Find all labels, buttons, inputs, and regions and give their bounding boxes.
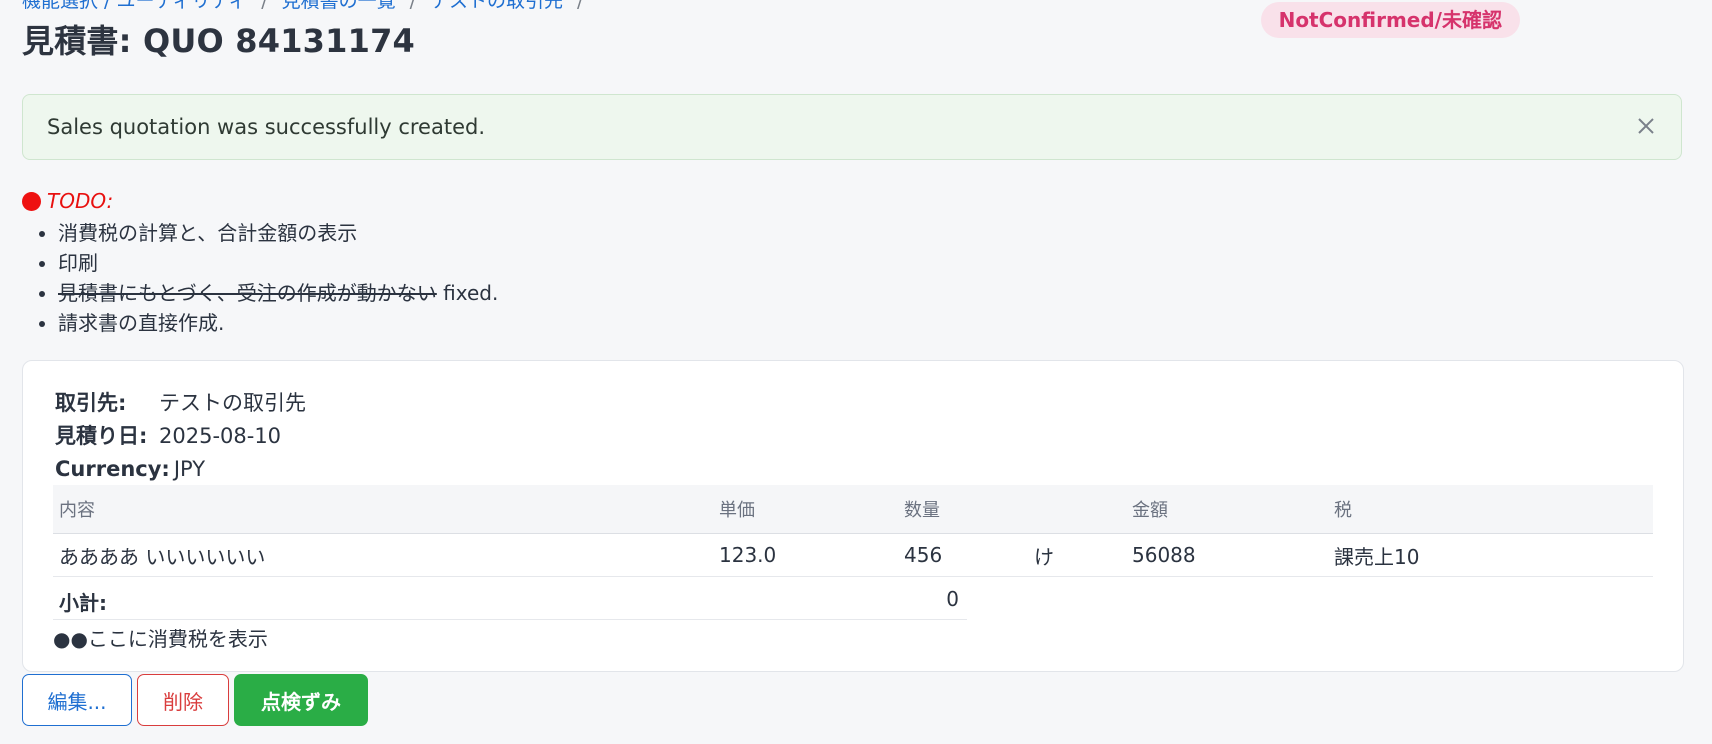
todo-item-text: 消費税の計算と、合計金額の表示 [58,221,358,245]
date-value: 2025-08-10 [159,424,282,448]
line-items-table: 内容 単価 数量 金額 税 ああああ いいいいいい 123.0 456 け 56… [53,485,1653,577]
currency-value: JPY [173,457,206,481]
column-header-quantity: 数量 [898,485,1028,534]
breadcrumb-separator: / [261,0,268,12]
breadcrumb-item-quotation-list[interactable]: 見積書の一覧 [282,0,396,12]
quotation-meta: 取引先: テストの取引先 見積り日: 2025-08-10 Currency: … [55,387,306,486]
column-header-unit-price: 単価 [713,485,898,534]
currency-row: Currency: JPY [55,453,306,486]
subtotal-label: 小計: [59,591,107,615]
breadcrumb-separator: / [577,0,584,12]
subtotal-row: 小計: 0 [53,577,967,620]
todo-item: 請求書の直接作成. [58,308,498,338]
tax-note: ●●ここに消費税を表示 [53,627,268,651]
customer-label: 取引先: [55,391,127,415]
alert-message: Sales quotation was successfully created… [47,115,486,139]
breadcrumb: 機能選択 / ユーティリティ / 見積書の一覧 / テストの取引先 / [22,0,597,13]
cell-quantity: 456 [898,533,1028,577]
date-label: 見積り日: [55,424,148,448]
table-header-row: 内容 単価 数量 金額 税 [53,485,1653,534]
subtotal-value: 0 [946,587,959,611]
cell-amount: 56088 [1126,533,1328,577]
todo-item-text: 請求書の直接作成. [58,311,225,335]
todo-list: 消費税の計算と、合計金額の表示 印刷 見積書にもとづく、受注の作成が動かない f… [22,218,498,338]
status-badge: NotConfirmed/未確認 [1260,2,1520,38]
todo-item: 消費税の計算と、合計金額の表示 [58,218,498,248]
column-header-description: 内容 [53,485,713,534]
breadcrumb-separator: / [409,0,417,12]
success-alert: Sales quotation was successfully created… [22,94,1682,160]
quotation-card: 取引先: テストの取引先 見積り日: 2025-08-10 Currency: … [22,360,1684,672]
cell-unit-price: 123.0 [713,533,898,577]
cell-unit: け [1028,533,1126,577]
column-header-tax: 税 [1328,485,1653,534]
column-header-amount: 金額 [1126,485,1328,534]
breadcrumb-item-utility[interactable]: 機能選択 / ユーティリティ [22,0,247,12]
breadcrumb-item-customer[interactable]: テストの取引先 [430,0,563,12]
edit-button[interactable]: 編集... [22,674,132,726]
cell-description: ああああ いいいいいい [53,533,713,577]
quotation-page: 機能選択 / ユーティリティ / 見積書の一覧 / テストの取引先 / 見積書: QUO … [0,0,1712,744]
customer-value: テストの取引先 [159,391,306,415]
todo-item-text: 印刷 [58,251,98,275]
todo-item-suffix: fixed. [436,281,499,305]
mark-checked-button[interactable]: 点検ずみ [234,674,368,726]
customer-row: 取引先: テストの取引先 [55,387,306,420]
close-icon[interactable] [1633,113,1659,139]
table-row: ああああ いいいいいい 123.0 456 け 56088 課売上10 [53,533,1653,577]
currency-label: Currency: [55,457,170,481]
todo-heading: TODO: [22,188,498,214]
todo-heading-label: TODO: [47,189,114,213]
todo-item: 印刷 [58,248,498,278]
delete-button[interactable]: 削除 [137,674,229,726]
todo-section: TODO: 消費税の計算と、合計金額の表示 印刷 見積書にもとづく、受注の作成が… [22,188,498,338]
page-title: 見積書: QUO 84131174 [22,22,415,60]
date-row: 見積り日: 2025-08-10 [55,420,306,453]
todo-item: 見積書にもとづく、受注の作成が動かない fixed. [58,278,498,308]
column-header-unit [1028,485,1126,534]
cell-tax: 課売上10 [1328,533,1653,577]
red-dot-icon [22,191,41,211]
todo-item-text-struck: 見積書にもとづく、受注の作成が動かない [58,281,437,305]
